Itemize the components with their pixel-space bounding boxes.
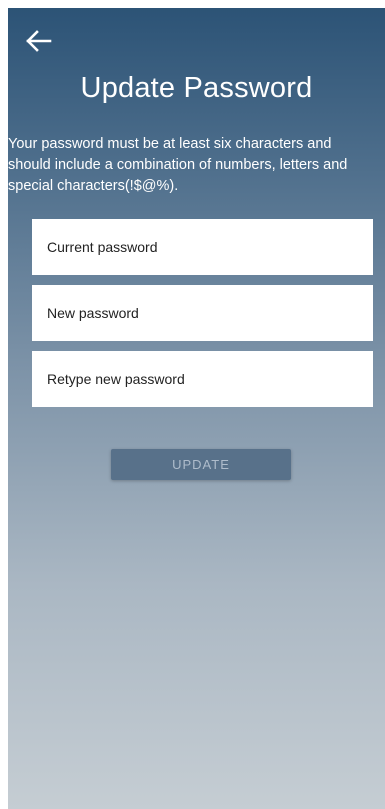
update-button[interactable]: UPDATE — [111, 449, 291, 480]
password-requirements-text: Your password must be at least six chara… — [8, 136, 348, 194]
new-password-field[interactable] — [32, 285, 373, 341]
retype-new-password-field[interactable] — [32, 351, 373, 407]
page-title: Update Password — [80, 72, 313, 104]
update-password-screen: Update Password Your password must be at… — [8, 8, 385, 809]
current-password-field[interactable] — [32, 219, 373, 275]
back-arrow-icon[interactable] — [26, 29, 52, 53]
